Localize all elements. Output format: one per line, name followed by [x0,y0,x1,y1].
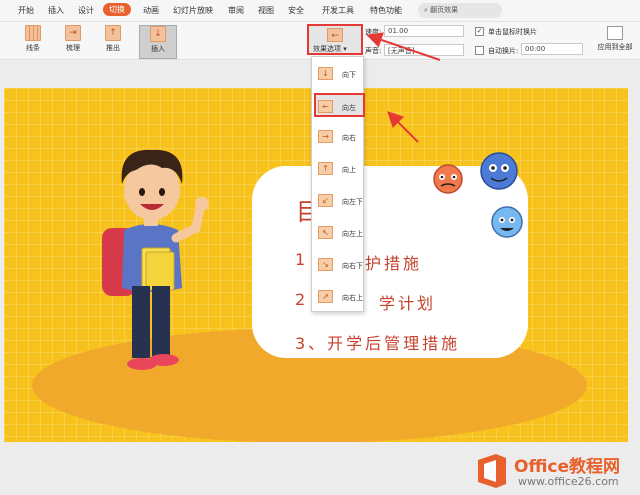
germ-light-blue-icon [491,206,523,238]
arrow-up-right-icon: ↗ [318,290,333,303]
dropdown-item-up-right[interactable]: ↗ 向右上 [316,285,363,309]
dropdown-item-label: 向左下 [342,198,363,206]
dropdown-item-label: 向下 [342,71,356,79]
slide-list-item-2: 学计划 [379,294,437,313]
effect-options-button[interactable]: ← 效果选项 ▾ [307,24,363,55]
apply-to-all-label: 应用到全部 [597,43,633,51]
transition-lines-button[interactable]: 线条 [18,25,48,59]
cover-left-icon: ← [327,28,343,42]
tab-home[interactable]: 开始 [18,5,34,16]
sound-label: 声音: [365,47,382,55]
watermark: Office教程网 www.office26.com [474,450,638,492]
tab-review[interactable]: 审阅 [228,5,244,16]
apply-to-all-button[interactable]: 应用到全部 [594,24,636,58]
office-logo-icon [478,454,506,488]
transition-comb-button[interactable]: ⇥ 梳理 [58,25,88,59]
dropdown-item-up[interactable]: ↑ 向上 [316,157,361,181]
tab-security[interactable]: 安全 [288,5,304,16]
dropdown-item-up-left[interactable]: ↖ 向左上 [316,221,363,245]
student-illustration [102,149,209,370]
tab-design[interactable]: 设计 [78,5,94,16]
sound-select[interactable]: [无声音] [384,44,464,56]
search-icon: ⌕ [424,6,428,14]
dropdown-item-down[interactable]: ↓ 向下 [316,62,361,86]
tab-insert[interactable]: 插入 [48,5,64,16]
dropdown-item-right[interactable]: → 向右 [316,125,361,149]
tab-view[interactable]: 视图 [258,5,274,16]
apply-all-icon [607,26,623,40]
push-transition-icon: ↑ [105,25,121,41]
speed-field[interactable]: 01.00 [384,25,464,37]
auto-advance-label: 自动换片: [488,47,519,55]
arrow-down-left-icon: ↙ [318,194,333,207]
arrow-up-icon: ↑ [318,162,333,175]
transition-label: 梳理 [66,44,80,52]
transition-push-button[interactable]: ↑ 推出 [98,25,128,59]
dropdown-item-down-left[interactable]: ↙ 向左下 [316,189,363,213]
transition-cover-button[interactable]: ↓ 插入 [139,25,177,59]
transition-label: 线条 [26,44,40,52]
watermark-url: www.office26.com [518,475,619,488]
on-click-checkbox[interactable]: ✓ [475,27,484,36]
tab-developer[interactable]: 开发工具 [322,5,354,16]
slide-list-item-3: 3、开学后管理措施 [295,334,461,353]
germ-blue-icon [480,152,518,190]
sound-value: [无声音] [388,47,415,55]
effect-options-label: 效果选项 ▾ [313,45,347,53]
dropdown-item-label: 向左上 [342,230,363,238]
effect-options-dropdown: ↓ 向下 ← 向左 → 向右 ↑ 向上 ↙ 向左下 ↖ 向左上 ↘ 向右下 ↗ … [311,56,365,312]
transition-label: 推出 [106,44,120,52]
dropdown-item-down-right[interactable]: ↘ 向右下 [316,253,363,277]
arrow-left-icon: ← [318,100,333,113]
comb-transition-icon: ⇥ [65,25,81,41]
transition-label: 插入 [151,45,165,53]
speed-value: 01.00 [388,27,409,35]
arrow-up-left-icon: ↖ [318,226,333,239]
tab-transitions[interactable]: 切换 [103,3,131,16]
dropdown-item-label: 向上 [342,166,356,174]
slide-list-item-1: 护措施 [365,254,423,273]
lines-transition-icon [25,25,41,41]
watermark-title: Office教程网 [514,457,621,477]
dropdown-item-label: 向左 [342,104,356,112]
arrow-right-icon: → [318,130,333,143]
germ-orange-icon [433,164,463,194]
dropdown-item-label: 向右 [342,134,356,142]
menu-bar: 开始 插入 设计 切换 动画 幻灯片放映 审阅 视图 安全 开发工具 特色功能 … [0,0,640,22]
tab-features[interactable]: 特色功能 [370,5,402,16]
search-placeholder: 翻页效果 [430,6,459,14]
cover-transition-icon: ↓ [150,26,166,42]
auto-advance-field[interactable]: 00:00 [521,43,583,55]
auto-advance-value: 00:00 [525,45,546,53]
arrow-down-icon: ↓ [318,67,333,80]
dropdown-item-label: 向右下 [342,262,363,270]
arrow-down-right-icon: ↘ [318,258,333,271]
auto-advance-checkbox[interactable] [475,46,484,55]
tab-slideshow[interactable]: 幻灯片放映 [173,5,213,16]
slide-list-item-2-num: 2 [295,290,309,309]
on-click-label: 单击鼠标时换片 [488,28,537,36]
search-box[interactable]: ⌕ 翻页效果 [418,3,502,18]
dropdown-item-left[interactable]: ← 向左 [314,93,365,117]
slide-list-item-1-num: 1 [295,250,309,269]
tab-animation[interactable]: 动画 [143,5,159,16]
speed-label: 速度: [365,28,382,36]
dropdown-item-label: 向右上 [342,294,363,302]
